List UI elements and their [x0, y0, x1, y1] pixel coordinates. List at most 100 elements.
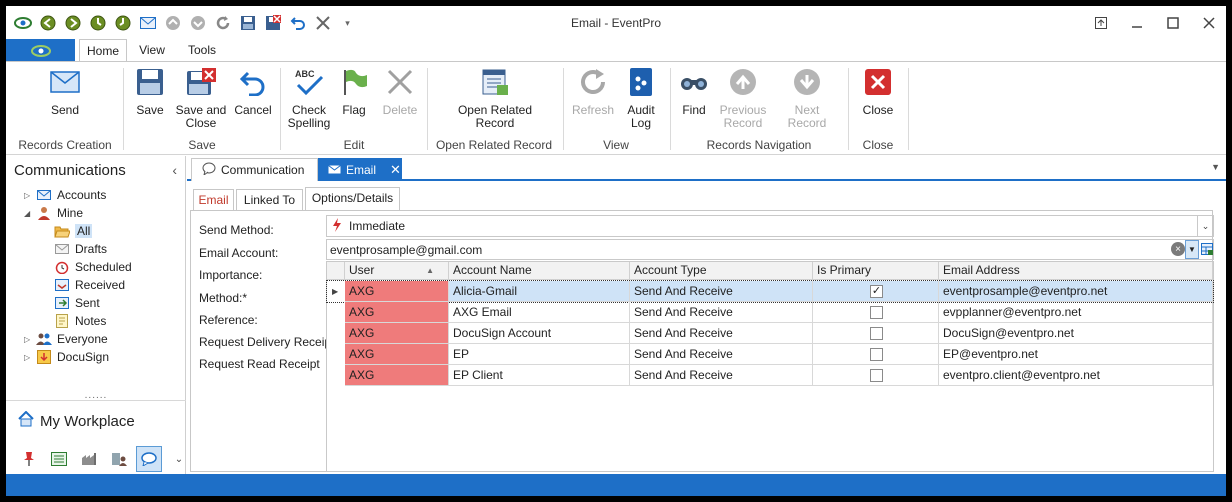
is-primary-checkbox[interactable]: ✓ [870, 285, 883, 298]
tree-item-received[interactable]: Received [54, 276, 125, 294]
close-tab-icon[interactable]: ✕ [390, 162, 401, 178]
next-record-label: Next Record [787, 103, 827, 130]
tree-item-all[interactable]: All [54, 222, 93, 240]
tree-item-notes[interactable]: Notes [54, 312, 106, 330]
app-menu-button[interactable] [6, 39, 75, 62]
my-workplace-button[interactable]: My Workplace [18, 410, 135, 431]
ribbon-tabs: Home View Tools [6, 39, 1226, 62]
flag-button[interactable]: Flag [338, 66, 370, 117]
collapse-pane-icon[interactable]: ‹ [172, 162, 177, 178]
clock-icon[interactable] [110, 12, 135, 34]
open-related-record-button[interactable]: Open Related Record [438, 66, 552, 130]
tree-item-docusign[interactable]: ▷ DocuSign [24, 348, 109, 366]
expand-icon[interactable]: ▷ [24, 353, 36, 362]
send-method-value: Immediate [349, 219, 406, 233]
find-button[interactable]: Find [674, 66, 714, 117]
audit-log-label: Audit Log [627, 103, 655, 130]
chevron-down-icon[interactable]: ▼ [1185, 240, 1199, 259]
tree-item-everyone[interactable]: ▷ Everyone [24, 330, 108, 348]
forward-icon[interactable] [60, 12, 85, 34]
column-header-account-type[interactable]: Account Type [630, 262, 813, 280]
is-primary-checkbox[interactable] [870, 369, 883, 382]
send-label: Send [50, 103, 80, 117]
tree-item-drafts[interactable]: Drafts [54, 240, 107, 258]
previous-record-button[interactable]: Previous Record [718, 66, 768, 130]
customize-icon[interactable]: ▾ [335, 12, 360, 34]
send-button[interactable]: Send [30, 66, 100, 117]
group-records-creation: Records Creation [18, 138, 112, 152]
undo-icon[interactable] [285, 12, 310, 34]
delete-x-icon [384, 66, 416, 98]
save-and-close-button[interactable]: Save and Close [174, 66, 228, 130]
column-header-email-address[interactable]: Email Address [939, 262, 1213, 280]
table-row[interactable]: ▶ AXG Alicia-Gmail Send And Receive ✓ ev… [326, 280, 1214, 303]
minimize-icon[interactable] [1126, 12, 1148, 34]
tab-list-dropdown-icon[interactable]: ▼ [1211, 162, 1220, 172]
tab-home[interactable]: Home [79, 39, 127, 62]
is-primary-checkbox[interactable] [870, 306, 883, 319]
close-button[interactable]: Close [858, 66, 898, 117]
ribbon: Send Records Creation Save Save and Clos… [6, 62, 1226, 155]
send-method-select[interactable]: Immediate ⌄ [326, 215, 1214, 237]
tab-view[interactable]: View [130, 39, 174, 62]
alarm-clock-icon [54, 260, 70, 274]
maximize-icon[interactable] [1162, 12, 1184, 34]
calendar-list-icon[interactable] [46, 446, 72, 472]
tree-item-sent[interactable]: Sent [54, 294, 100, 312]
inner-tab-linked-to[interactable]: Linked To [236, 189, 303, 211]
table-row[interactable]: AXG EP Send And Receive EP@eventpro.net [327, 344, 1213, 365]
tab-email[interactable]: Email ✕ [318, 158, 402, 181]
table-row[interactable]: AXG EP Client Send And Receive eventpro.… [327, 365, 1213, 386]
email-account-combo[interactable]: eventprosample@gmail.com × ▼ [326, 239, 1214, 260]
refresh-icon[interactable] [210, 12, 235, 34]
factory-icon[interactable] [76, 446, 102, 472]
tree-item-accounts[interactable]: ▷ Accounts [24, 186, 106, 204]
column-header-account-name[interactable]: Account Name [449, 262, 630, 280]
save-icon[interactable] [235, 12, 260, 34]
expand-icon[interactable]: ▷ [24, 335, 36, 344]
chevron-down-icon[interactable]: ⌄ [1197, 216, 1213, 236]
next-record-button[interactable]: Next Record [774, 66, 840, 130]
refresh-button[interactable]: Refresh [570, 66, 616, 117]
tab-communication-label: Communication [221, 163, 305, 177]
home-icon[interactable] [85, 12, 110, 34]
down-icon[interactable] [185, 12, 210, 34]
pin-icon[interactable] [16, 446, 42, 472]
column-header-user[interactable]: User ▲ [345, 262, 449, 280]
close-x-icon[interactable] [310, 12, 335, 34]
sort-ascending-icon: ▲ [426, 266, 434, 275]
table-row[interactable]: AXG DocuSign Account Send And Receive Do… [327, 323, 1213, 344]
clear-icon[interactable]: × [1171, 242, 1185, 256]
delete-button[interactable]: Delete [380, 66, 420, 117]
back-icon[interactable] [35, 12, 60, 34]
tab-tools[interactable]: Tools [178, 39, 226, 62]
mail-icon[interactable] [135, 12, 160, 34]
save-button[interactable]: Save [130, 66, 170, 117]
collapse-icon[interactable]: ◢ [24, 209, 36, 218]
pin-icon[interactable] [1090, 12, 1112, 34]
method-label: Method:* [199, 291, 248, 305]
inner-tab-email[interactable]: Email [193, 189, 234, 211]
column-header-is-primary[interactable]: Is Primary [813, 262, 939, 280]
speech-bubble-icon[interactable] [136, 446, 162, 472]
is-primary-checkbox[interactable] [870, 327, 883, 340]
logo-icon[interactable] [10, 12, 35, 34]
grid-lookup-icon[interactable] [1200, 241, 1213, 256]
building-user-icon[interactable] [106, 446, 132, 472]
tab-communication[interactable]: Communication [191, 158, 318, 181]
request-read-receipt-label: Request Read Receipt [199, 357, 320, 371]
audit-log-button[interactable]: Audit Log [620, 66, 662, 130]
expand-icon[interactable]: ▷ [24, 191, 36, 200]
tree-item-scheduled[interactable]: Scheduled [54, 258, 132, 276]
group-separator [670, 68, 671, 150]
is-primary-checkbox[interactable] [870, 348, 883, 361]
up-icon[interactable] [160, 12, 185, 34]
group-separator [563, 68, 564, 150]
table-row[interactable]: AXG AXG Email Send And Receive evpplanne… [327, 302, 1213, 323]
tree-item-mine[interactable]: ◢ Mine [24, 204, 83, 222]
cancel-button[interactable]: Cancel [232, 66, 274, 117]
save-close-icon[interactable] [260, 12, 285, 34]
inner-tab-options-details[interactable]: Options/Details [305, 187, 400, 211]
check-spelling-button[interactable]: ABC Check Spelling [286, 66, 332, 130]
close-window-icon[interactable] [1198, 12, 1220, 34]
